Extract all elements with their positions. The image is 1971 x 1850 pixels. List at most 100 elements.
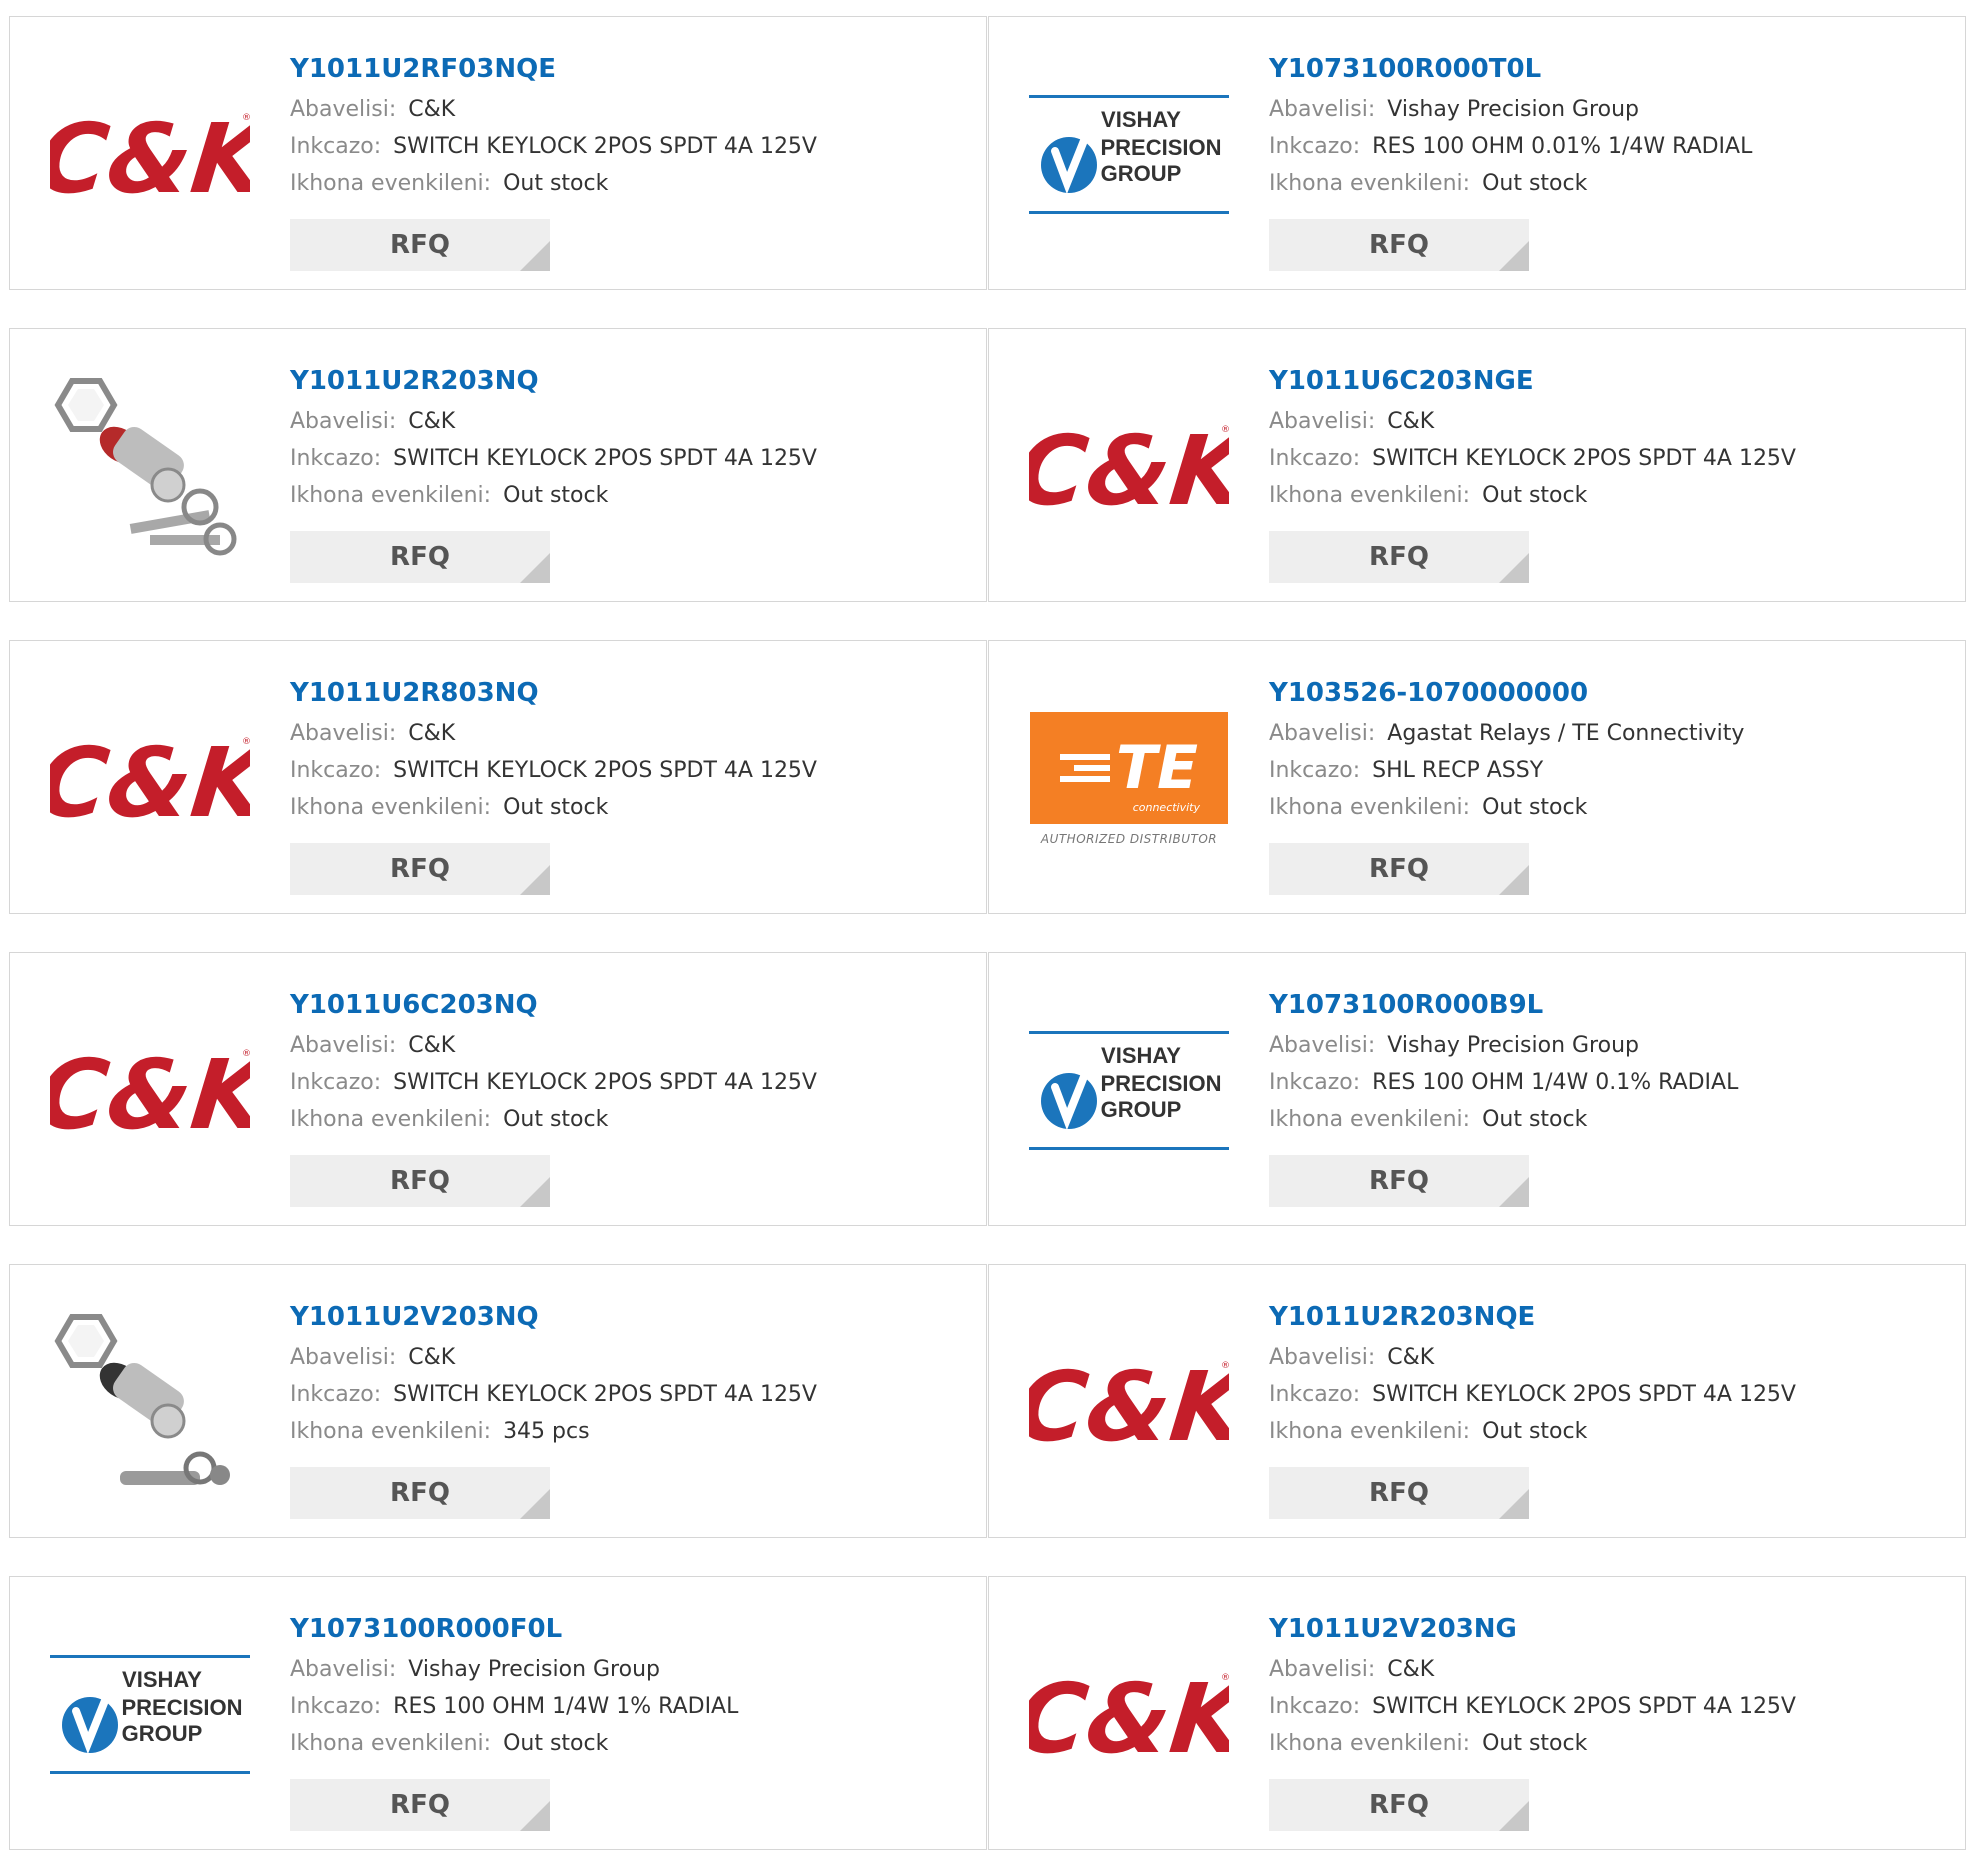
part-number-link[interactable]: Y1011U2RF03NQE bbox=[290, 47, 966, 91]
manufacturer-label: Abavelisi: bbox=[290, 97, 397, 122]
manufacturer-label: Abavelisi: bbox=[1269, 1033, 1376, 1058]
rfq-button[interactable]: RFQ bbox=[290, 531, 550, 583]
manufacturer-value: C&K bbox=[408, 721, 456, 746]
manufacturer-row: Abavelisi: C&K bbox=[290, 91, 966, 128]
part-number-link[interactable]: Y1073100R000B9L bbox=[1269, 983, 1945, 1027]
rfq-label: RFQ bbox=[1369, 542, 1429, 572]
rfq-button[interactable]: RFQ bbox=[1269, 1155, 1529, 1207]
product-grid: C&K ® Y1011U2RF03NQE Abavelisi: C&K Inkca… bbox=[0, 0, 1971, 1850]
manufacturer-label: Abavelisi: bbox=[290, 1033, 397, 1058]
description-value: SWITCH KEYLOCK 2POS SPDT 4A 125V bbox=[1372, 446, 1796, 471]
stock-row: Ikhona evenkileni: Out stock bbox=[1269, 165, 1945, 202]
rfq-label: RFQ bbox=[390, 1790, 450, 1820]
te-logo-box: TE connectivity bbox=[1030, 712, 1228, 824]
stock-row: Ikhona evenkileni: Out stock bbox=[290, 477, 966, 514]
manufacturer-label: Abavelisi: bbox=[290, 1345, 397, 1370]
vishay-logo-svg: VISHAY PRECISION GROUP bbox=[1029, 94, 1229, 214]
rfq-button[interactable]: RFQ bbox=[1269, 531, 1529, 583]
svg-text:®: ® bbox=[242, 737, 250, 747]
rfq-button[interactable]: RFQ bbox=[290, 1467, 550, 1519]
rfq-corner-decoration bbox=[1499, 1489, 1529, 1519]
manufacturer-value: C&K bbox=[408, 1345, 456, 1370]
product-info: Y1073100R000F0L Abavelisi: Vishay Precisi… bbox=[290, 1607, 966, 1762]
product-info: Y1011U2R203NQ Abavelisi: C&K Inkcazo: SWIT… bbox=[290, 359, 966, 514]
stock-value: Out stock bbox=[503, 171, 609, 196]
product-card: TE connectivity AUTHORIZED DISTRIBUTOR Y… bbox=[988, 640, 1966, 914]
rfq-button[interactable]: RFQ bbox=[290, 1155, 550, 1207]
rfq-button[interactable]: RFQ bbox=[1269, 843, 1529, 895]
rfq-label: RFQ bbox=[1369, 1478, 1429, 1508]
description-value: SWITCH KEYLOCK 2POS SPDT 4A 125V bbox=[393, 446, 817, 471]
ck-logo-svg: C&K ® bbox=[50, 1039, 250, 1146]
ck-logo-svg: C&K ® bbox=[1029, 415, 1229, 522]
description-value: SWITCH KEYLOCK 2POS SPDT 4A 125V bbox=[393, 1070, 817, 1095]
part-number-link[interactable]: Y1011U2V203NG bbox=[1269, 1607, 1945, 1651]
rfq-button[interactable]: RFQ bbox=[1269, 1779, 1529, 1831]
manufacturer-label: Abavelisi: bbox=[1269, 409, 1376, 434]
rfq-button[interactable]: RFQ bbox=[1269, 219, 1529, 271]
rfq-corner-decoration bbox=[520, 1801, 550, 1831]
ck-logo-text: C&K bbox=[50, 1039, 250, 1146]
description-value: SWITCH KEYLOCK 2POS SPDT 4A 125V bbox=[393, 1382, 817, 1407]
rfq-button[interactable]: RFQ bbox=[290, 219, 550, 271]
part-number-link[interactable]: Y103526-1070000000 bbox=[1269, 671, 1945, 715]
ck-logo: C&K ® bbox=[50, 991, 250, 1191]
vishay-logo-svg: VISHAY PRECISION GROUP bbox=[1029, 1030, 1229, 1150]
rfq-button[interactable]: RFQ bbox=[290, 1779, 550, 1831]
stock-value: Out stock bbox=[503, 795, 609, 820]
product-info: Y1011U2R203NQE Abavelisi: C&K Inkcazo: SWI… bbox=[1269, 1295, 1945, 1450]
svg-text:VISHAY: VISHAY bbox=[1101, 107, 1181, 132]
stock-label: Ikhona evenkileni: bbox=[290, 795, 492, 820]
stock-label: Ikhona evenkileni: bbox=[1269, 1731, 1471, 1756]
stock-label: Ikhona evenkileni: bbox=[290, 171, 492, 196]
stock-row: Ikhona evenkileni: Out stock bbox=[290, 1101, 966, 1138]
keylock-switch-photo bbox=[50, 367, 250, 567]
rfq-corner-decoration bbox=[520, 1177, 550, 1207]
part-number-link[interactable]: Y1011U6C203NGE bbox=[1269, 359, 1945, 403]
description-row: Inkcazo: SWITCH KEYLOCK 2POS SPDT 4A 125V bbox=[290, 1376, 966, 1413]
ck-logo-svg: C&K ® bbox=[50, 727, 250, 834]
description-label: Inkcazo: bbox=[290, 446, 382, 471]
product-card: C&K ® Y1011U2R203NQE Abavelisi: C&K Inkca… bbox=[988, 1264, 1966, 1538]
part-number-link[interactable]: Y1011U2R203NQE bbox=[1269, 1295, 1945, 1339]
rfq-button[interactable]: RFQ bbox=[290, 843, 550, 895]
part-number-link[interactable]: Y1011U2R203NQ bbox=[290, 359, 966, 403]
product-card: C&K ® Y1011U2RF03NQE Abavelisi: C&K Inkca… bbox=[9, 16, 987, 290]
svg-text:VISHAY: VISHAY bbox=[1101, 1043, 1181, 1068]
stock-row: Ikhona evenkileni: Out stock bbox=[290, 1725, 966, 1762]
te-logo-text: TE bbox=[1116, 733, 1198, 803]
description-label: Inkcazo: bbox=[1269, 134, 1361, 159]
manufacturer-label: Abavelisi: bbox=[1269, 1345, 1376, 1370]
ck-logo-text: C&K bbox=[50, 727, 250, 834]
description-value: SWITCH KEYLOCK 2POS SPDT 4A 125V bbox=[393, 758, 817, 783]
stock-label: Ikhona evenkileni: bbox=[1269, 1107, 1471, 1132]
rfq-button[interactable]: RFQ bbox=[1269, 1467, 1529, 1519]
rfq-label: RFQ bbox=[390, 230, 450, 260]
manufacturer-row: Abavelisi: C&K bbox=[290, 403, 966, 440]
part-number-link[interactable]: Y1073100R000T0L bbox=[1269, 47, 1945, 91]
description-value: SWITCH KEYLOCK 2POS SPDT 4A 125V bbox=[393, 134, 817, 159]
description-row: Inkcazo: SWITCH KEYLOCK 2POS SPDT 4A 125V bbox=[1269, 1688, 1945, 1725]
description-row: Inkcazo: SWITCH KEYLOCK 2POS SPDT 4A 125V bbox=[290, 440, 966, 477]
rfq-corner-decoration bbox=[520, 1489, 550, 1519]
part-number-link[interactable]: Y1073100R000F0L bbox=[290, 1607, 966, 1651]
rfq-corner-decoration bbox=[1499, 865, 1529, 895]
part-number-link[interactable]: Y1011U2V203NQ bbox=[290, 1295, 966, 1339]
manufacturer-value: C&K bbox=[1387, 1345, 1435, 1370]
manufacturer-row: Abavelisi: Vishay Precision Group bbox=[1269, 91, 1945, 128]
part-number-link[interactable]: Y1011U6C203NQ bbox=[290, 983, 966, 1027]
part-number-link[interactable]: Y1011U2R803NQ bbox=[290, 671, 966, 715]
te-connectivity-logo: TE connectivity AUTHORIZED DISTRIBUTOR bbox=[1029, 679, 1229, 879]
manufacturer-value: C&K bbox=[408, 1033, 456, 1058]
manufacturer-label: Abavelisi: bbox=[290, 409, 397, 434]
stock-row: Ikhona evenkileni: Out stock bbox=[290, 789, 966, 826]
switch-photo-svg bbox=[54, 378, 237, 556]
description-row: Inkcazo: RES 100 OHM 1/4W 0.1% RADIAL bbox=[1269, 1064, 1945, 1101]
stock-label: Ikhona evenkileni: bbox=[1269, 795, 1471, 820]
rfq-label: RFQ bbox=[390, 1166, 450, 1196]
manufacturer-value: Vishay Precision Group bbox=[408, 1657, 660, 1682]
product-info: Y1011U2V203NQ Abavelisi: C&K Inkcazo: SWIT… bbox=[290, 1295, 966, 1450]
rfq-label: RFQ bbox=[390, 854, 450, 884]
svg-text:®: ® bbox=[242, 113, 250, 123]
description-label: Inkcazo: bbox=[1269, 758, 1361, 783]
